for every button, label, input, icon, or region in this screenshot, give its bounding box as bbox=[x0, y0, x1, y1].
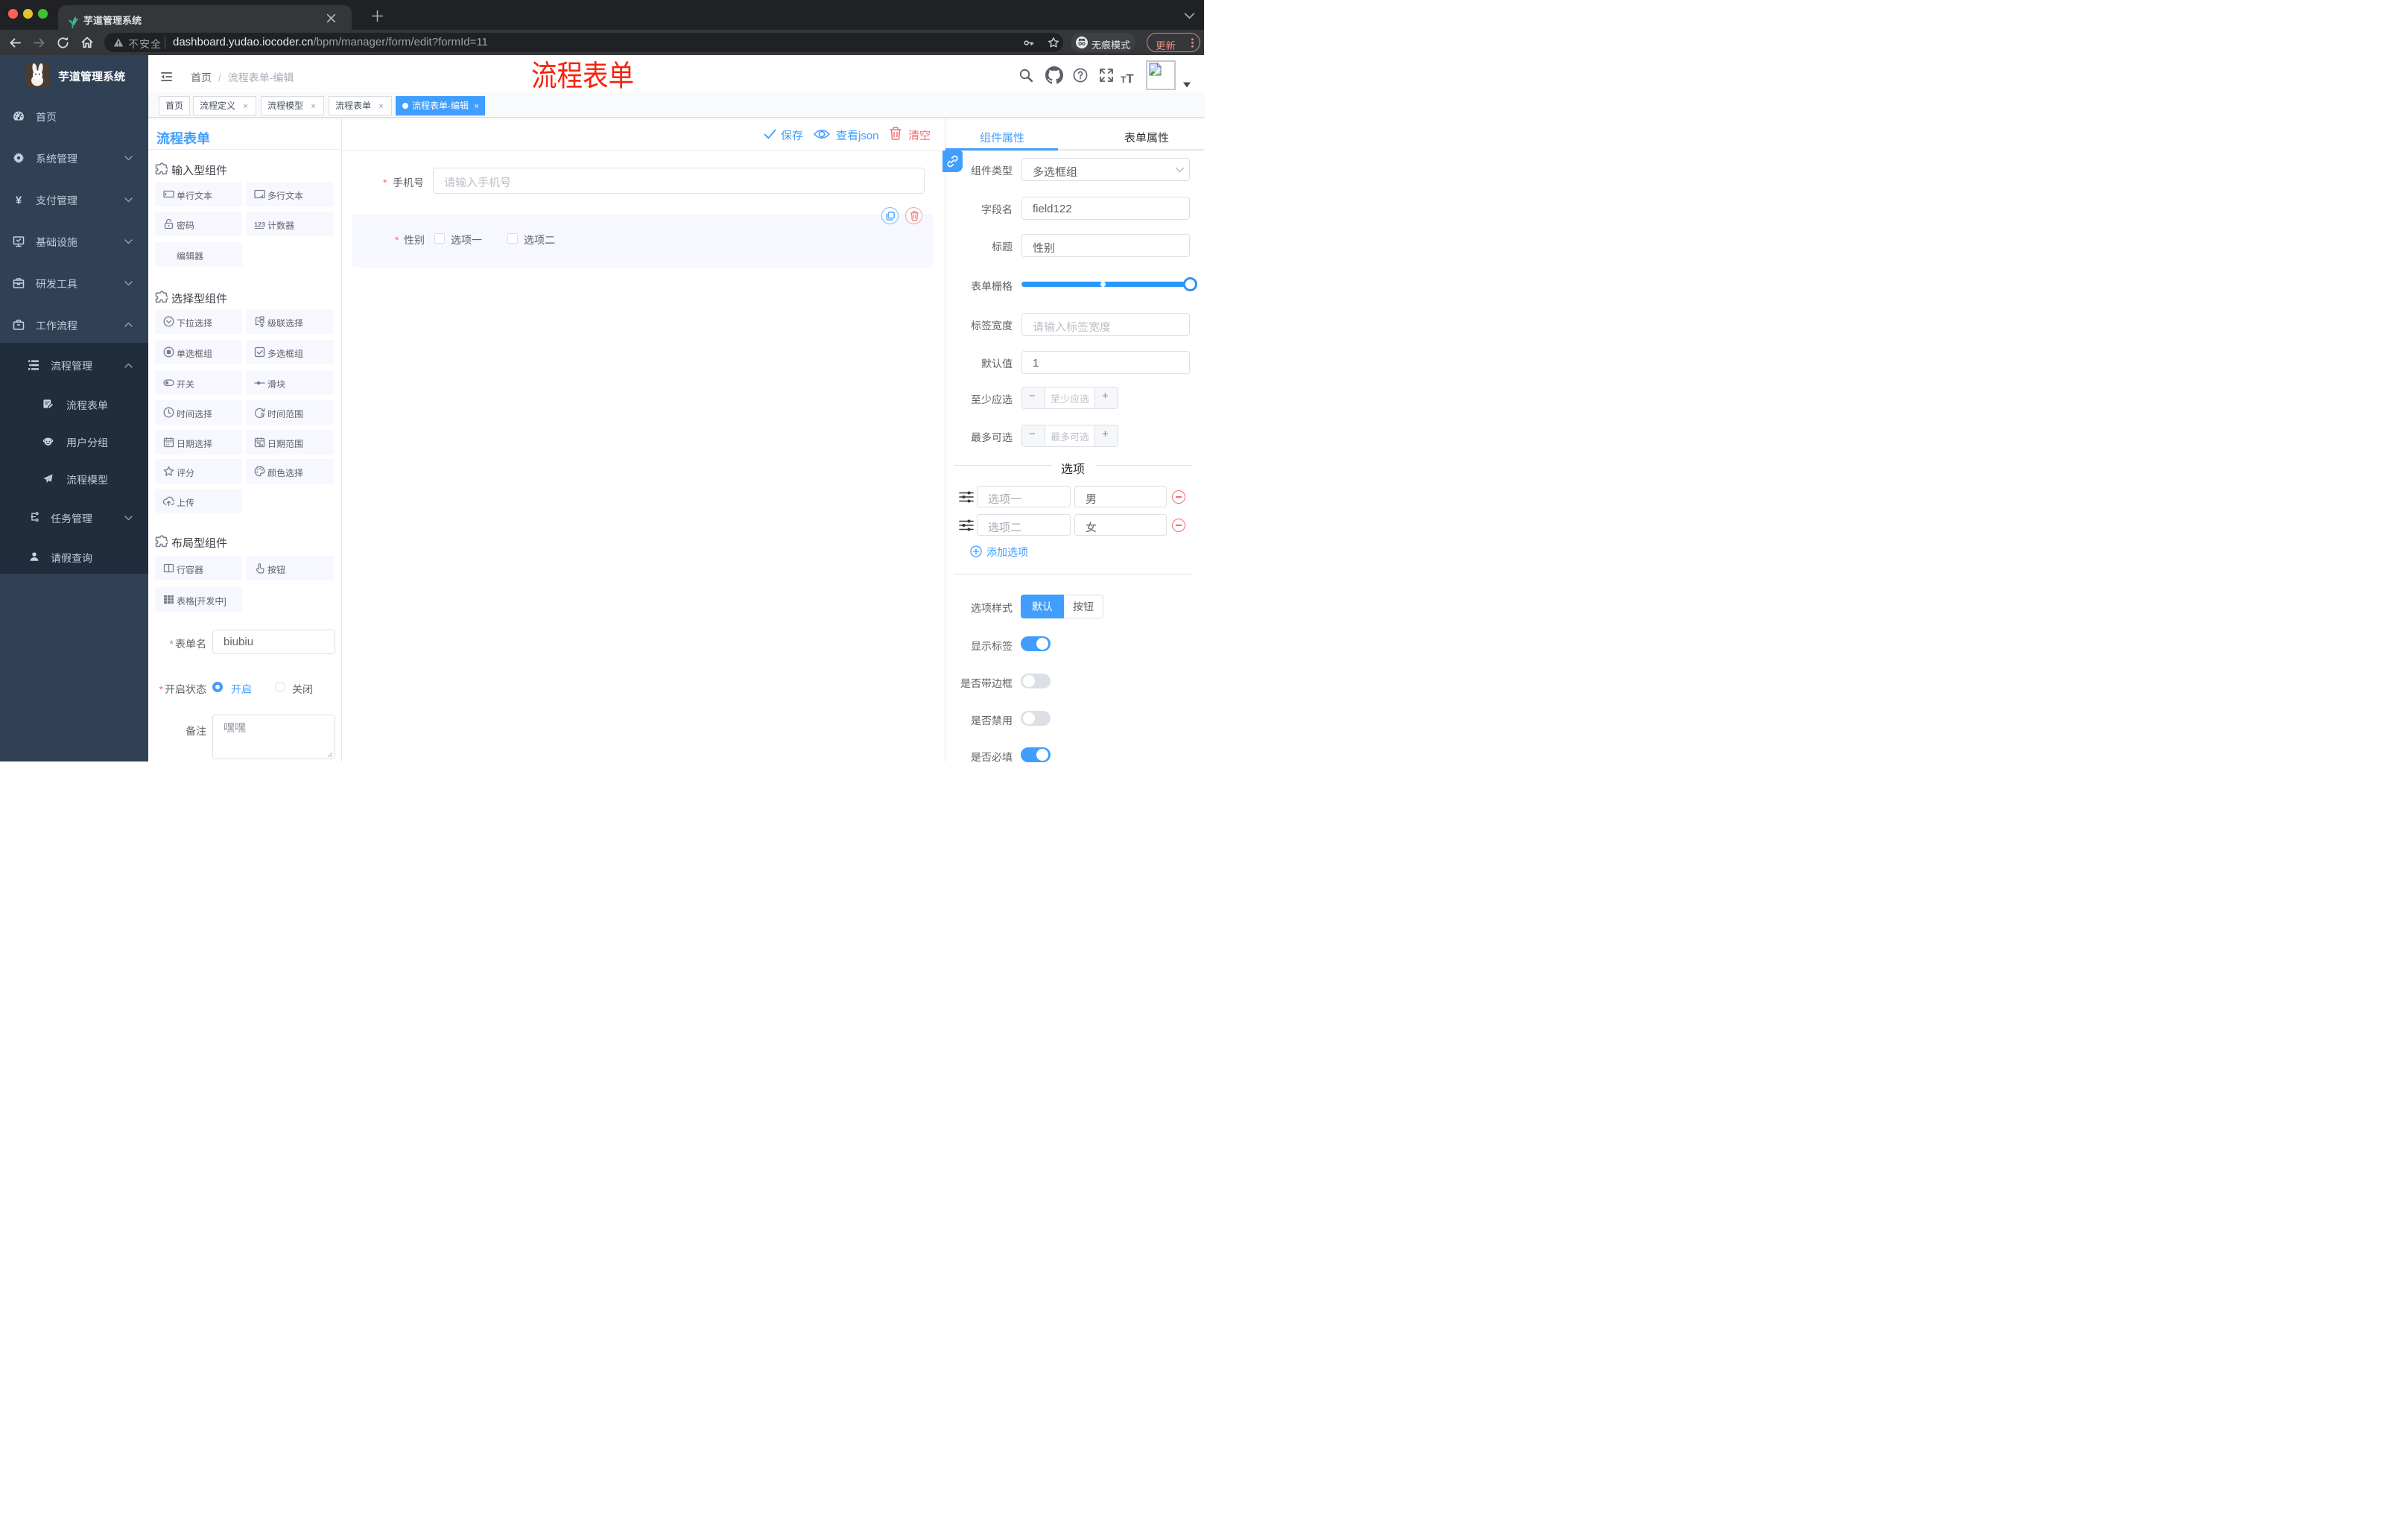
svg-text:123: 123 bbox=[254, 221, 265, 229]
svg-text:¥: ¥ bbox=[16, 194, 22, 206]
